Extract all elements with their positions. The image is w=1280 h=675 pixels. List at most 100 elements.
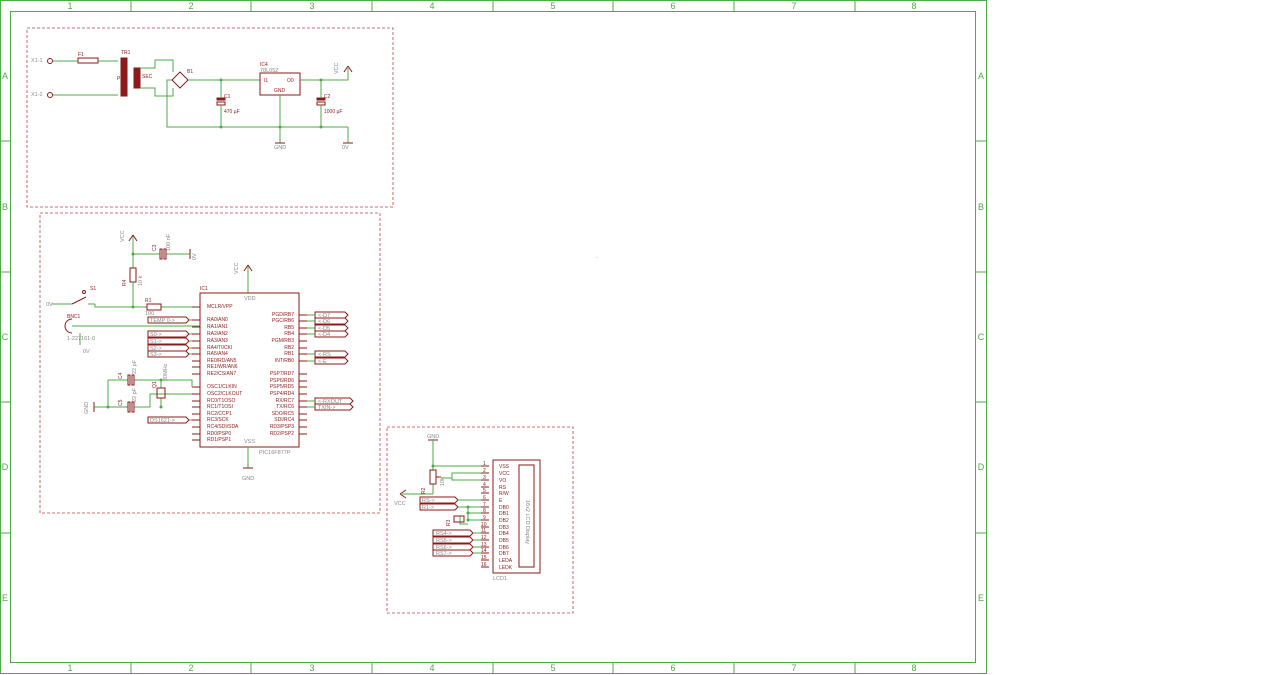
label-c3: C3 bbox=[152, 244, 158, 251]
col-label: 3 bbox=[309, 1, 314, 11]
net-label: DS1621-> bbox=[150, 418, 175, 424]
pin-number: 1 bbox=[483, 461, 486, 467]
label-ic4-type: 78L05Z bbox=[260, 68, 279, 74]
lcd-pin-names: VSS VCC VO RS R/W E DB0 DB1 DB2 DB3 DB4 … bbox=[499, 464, 513, 571]
label-ic4-in: I1 bbox=[264, 78, 268, 84]
net-label: RS7-> bbox=[436, 551, 452, 557]
pin-label: RE2/CS/AN7 bbox=[207, 371, 236, 377]
pin-label: VCC bbox=[499, 471, 510, 477]
label-0v-bnc: 0V bbox=[83, 349, 90, 355]
pin-label: PSP4/RD4 bbox=[270, 391, 294, 397]
pin-number: 14 bbox=[481, 548, 487, 554]
row-label: E bbox=[2, 593, 8, 603]
label-bnc: BNC1 bbox=[67, 314, 81, 320]
label-r1-value: 100 bbox=[145, 311, 154, 317]
col-label: 6 bbox=[670, 1, 675, 11]
label-0v-s1: 0V bbox=[46, 302, 53, 308]
col-label: 3 bbox=[309, 663, 314, 673]
row-label: D bbox=[2, 462, 9, 472]
pin-number: 16 bbox=[481, 562, 487, 568]
pin-label: OSC2/CLKOUT bbox=[207, 391, 242, 397]
pin-label: DB7 bbox=[499, 551, 509, 557]
label-ic1: IC1 bbox=[200, 286, 208, 292]
row-label: A bbox=[978, 71, 984, 81]
pin-number: 9 bbox=[483, 515, 486, 521]
pin-label: RC3/SCK bbox=[207, 417, 229, 423]
ic1-right-pins: PGD/RB7 PGC/RB6 RB5 RB4 PGM/RB3 RB2 RB1 … bbox=[270, 312, 294, 437]
label-c4-value: 22 pF bbox=[132, 359, 138, 374]
pin-number: 11 bbox=[481, 528, 486, 534]
pin-label: LEDA bbox=[499, 558, 513, 564]
label-bnc-part: 1-227161-0 bbox=[67, 336, 95, 342]
net-label: TEMP 0-> bbox=[150, 318, 175, 324]
col-label: 7 bbox=[791, 663, 796, 673]
label-tr1-sec: SEC bbox=[142, 74, 153, 80]
pin-number: 3 bbox=[483, 475, 486, 481]
label-c5-value: 22 pF bbox=[132, 387, 138, 402]
net-label: S1-> bbox=[150, 339, 162, 345]
col-label: 7 bbox=[791, 1, 796, 11]
col-label: 4 bbox=[429, 1, 434, 11]
row-labels-left: A B C D E bbox=[2, 71, 9, 603]
lcd-block: GND R2 10k VCC RS-> R1-> R3 RS4-> RS5-> … bbox=[386, 426, 574, 614]
switch-s1 bbox=[71, 296, 87, 305]
pin-label: PSP5/RD5 bbox=[270, 384, 294, 390]
pin-label: PGC/RB6 bbox=[272, 318, 294, 324]
label-vcc1: VCC bbox=[120, 230, 126, 242]
label-gnd-mcu: GND bbox=[242, 476, 254, 482]
label-c2-value: 1000 µF bbox=[324, 109, 342, 115]
net-label: R1-> bbox=[422, 505, 434, 511]
pin-label: TX/RC6 bbox=[276, 404, 294, 410]
pin-label: DB4 bbox=[499, 531, 509, 537]
label-ic4-gnd: GND bbox=[274, 88, 286, 94]
net-label: <-E bbox=[318, 359, 327, 365]
row-label: D bbox=[978, 462, 985, 472]
resistor-r1 bbox=[146, 303, 162, 311]
potentiometer-r2 bbox=[429, 469, 437, 485]
pin-label: DB2 bbox=[499, 518, 509, 524]
label-r2-value: 10k bbox=[440, 477, 446, 486]
label-c4: C4 bbox=[118, 372, 124, 379]
label-vdd: VDD bbox=[244, 296, 256, 302]
capacitor-c4 bbox=[127, 374, 131, 386]
pin-label: RD3/PSP3 bbox=[270, 424, 294, 430]
net-label: <-D6 bbox=[318, 319, 330, 325]
label-vcc: VCC bbox=[334, 62, 340, 74]
label-c3-value: 100 nF bbox=[166, 233, 172, 251]
pin-label: SDI/RC4 bbox=[274, 417, 294, 423]
pin-number: 8 bbox=[483, 508, 486, 514]
pin-label: RB4 bbox=[284, 331, 294, 337]
crystal-q1 bbox=[156, 387, 166, 399]
label-lcd1: LCD1 bbox=[493, 576, 507, 582]
capacitor-c3 bbox=[159, 248, 163, 260]
label-q1-value: 20MHz bbox=[163, 363, 169, 381]
net-label: <-RS bbox=[318, 352, 331, 358]
label-vss: VSS bbox=[244, 439, 255, 445]
label-b1: B1 bbox=[187, 69, 193, 75]
label-c1: C1 bbox=[224, 94, 231, 100]
capacitor-c1 bbox=[216, 101, 226, 106]
pin-label: PSP7/RD7 bbox=[270, 371, 294, 377]
label-gnd: GND bbox=[274, 145, 286, 151]
net-label: RS-> bbox=[422, 498, 435, 504]
pin-label: VO bbox=[499, 478, 506, 484]
label-x1-2: X1-2 bbox=[31, 92, 43, 98]
capacitor-c5 bbox=[127, 401, 131, 413]
label-tr1: TR1 bbox=[121, 50, 131, 56]
label-r4-value: 10 k bbox=[138, 275, 144, 286]
pin-label: RA1/AN1 bbox=[207, 324, 228, 330]
label-f1: F1 bbox=[78, 52, 84, 58]
pin-label: RC1/T1OSI bbox=[207, 404, 233, 410]
pin-number: 6 bbox=[483, 495, 486, 501]
label-r4: R4 bbox=[122, 279, 128, 286]
pin-label: RC4/SDI/SDA bbox=[207, 424, 239, 430]
col-label: 2 bbox=[188, 1, 193, 11]
fuse-f1 bbox=[77, 57, 99, 64]
label-vcc-lcd: VCC bbox=[394, 501, 406, 507]
row-label: C bbox=[2, 332, 9, 342]
pin-label: LEDK bbox=[499, 565, 513, 571]
row-labels-right: A B C D E bbox=[978, 71, 985, 603]
microcontroller-block: VCC C3 100 nF 0V R4 10 k S1 0V R1 100 BN… bbox=[39, 212, 381, 514]
pin-label: RD1/PSP1 bbox=[207, 437, 231, 443]
label-s1: S1 bbox=[90, 286, 96, 292]
